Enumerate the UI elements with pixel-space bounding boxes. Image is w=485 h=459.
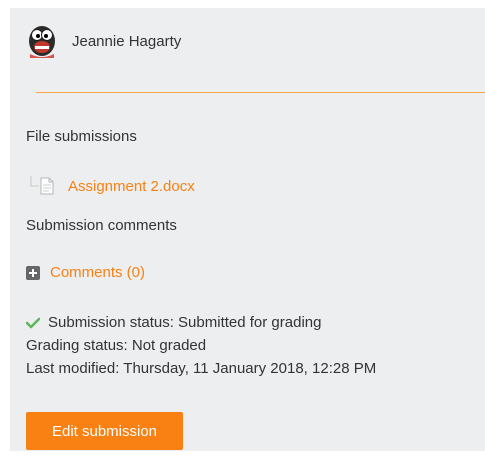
comments-link[interactable]: Comments (0) [50, 264, 145, 281]
user-name[interactable]: Jeannie Hagarty [72, 33, 181, 50]
divider [36, 92, 485, 93]
grading-status: Grading status: Not graded [26, 337, 207, 354]
user-row: Jeannie Hagarty [26, 24, 181, 58]
checkmark-icon [26, 317, 40, 328]
avatar[interactable] [26, 24, 58, 58]
edit-submission-button[interactable]: Edit submission [26, 412, 183, 450]
last-modified: Last modified: Thursday, 11 January 2018… [26, 360, 377, 377]
submission-status: Submission status: Submitted for grading [48, 314, 322, 331]
file-submissions-label: File submissions [26, 128, 137, 145]
status-block: Submission status: Submitted for grading… [26, 311, 376, 380]
submission-comments-label: Submission comments [26, 217, 177, 234]
file-link-assignment[interactable]: Assignment 2.docx [68, 178, 195, 195]
comments-toggle[interactable]: Comments (0) [26, 264, 145, 281]
file-icon [30, 176, 54, 195]
submission-status-line: Submission status: Submitted for grading [26, 311, 376, 334]
file-item: Assignment 2.docx [30, 174, 195, 198]
plus-icon[interactable] [26, 265, 40, 280]
